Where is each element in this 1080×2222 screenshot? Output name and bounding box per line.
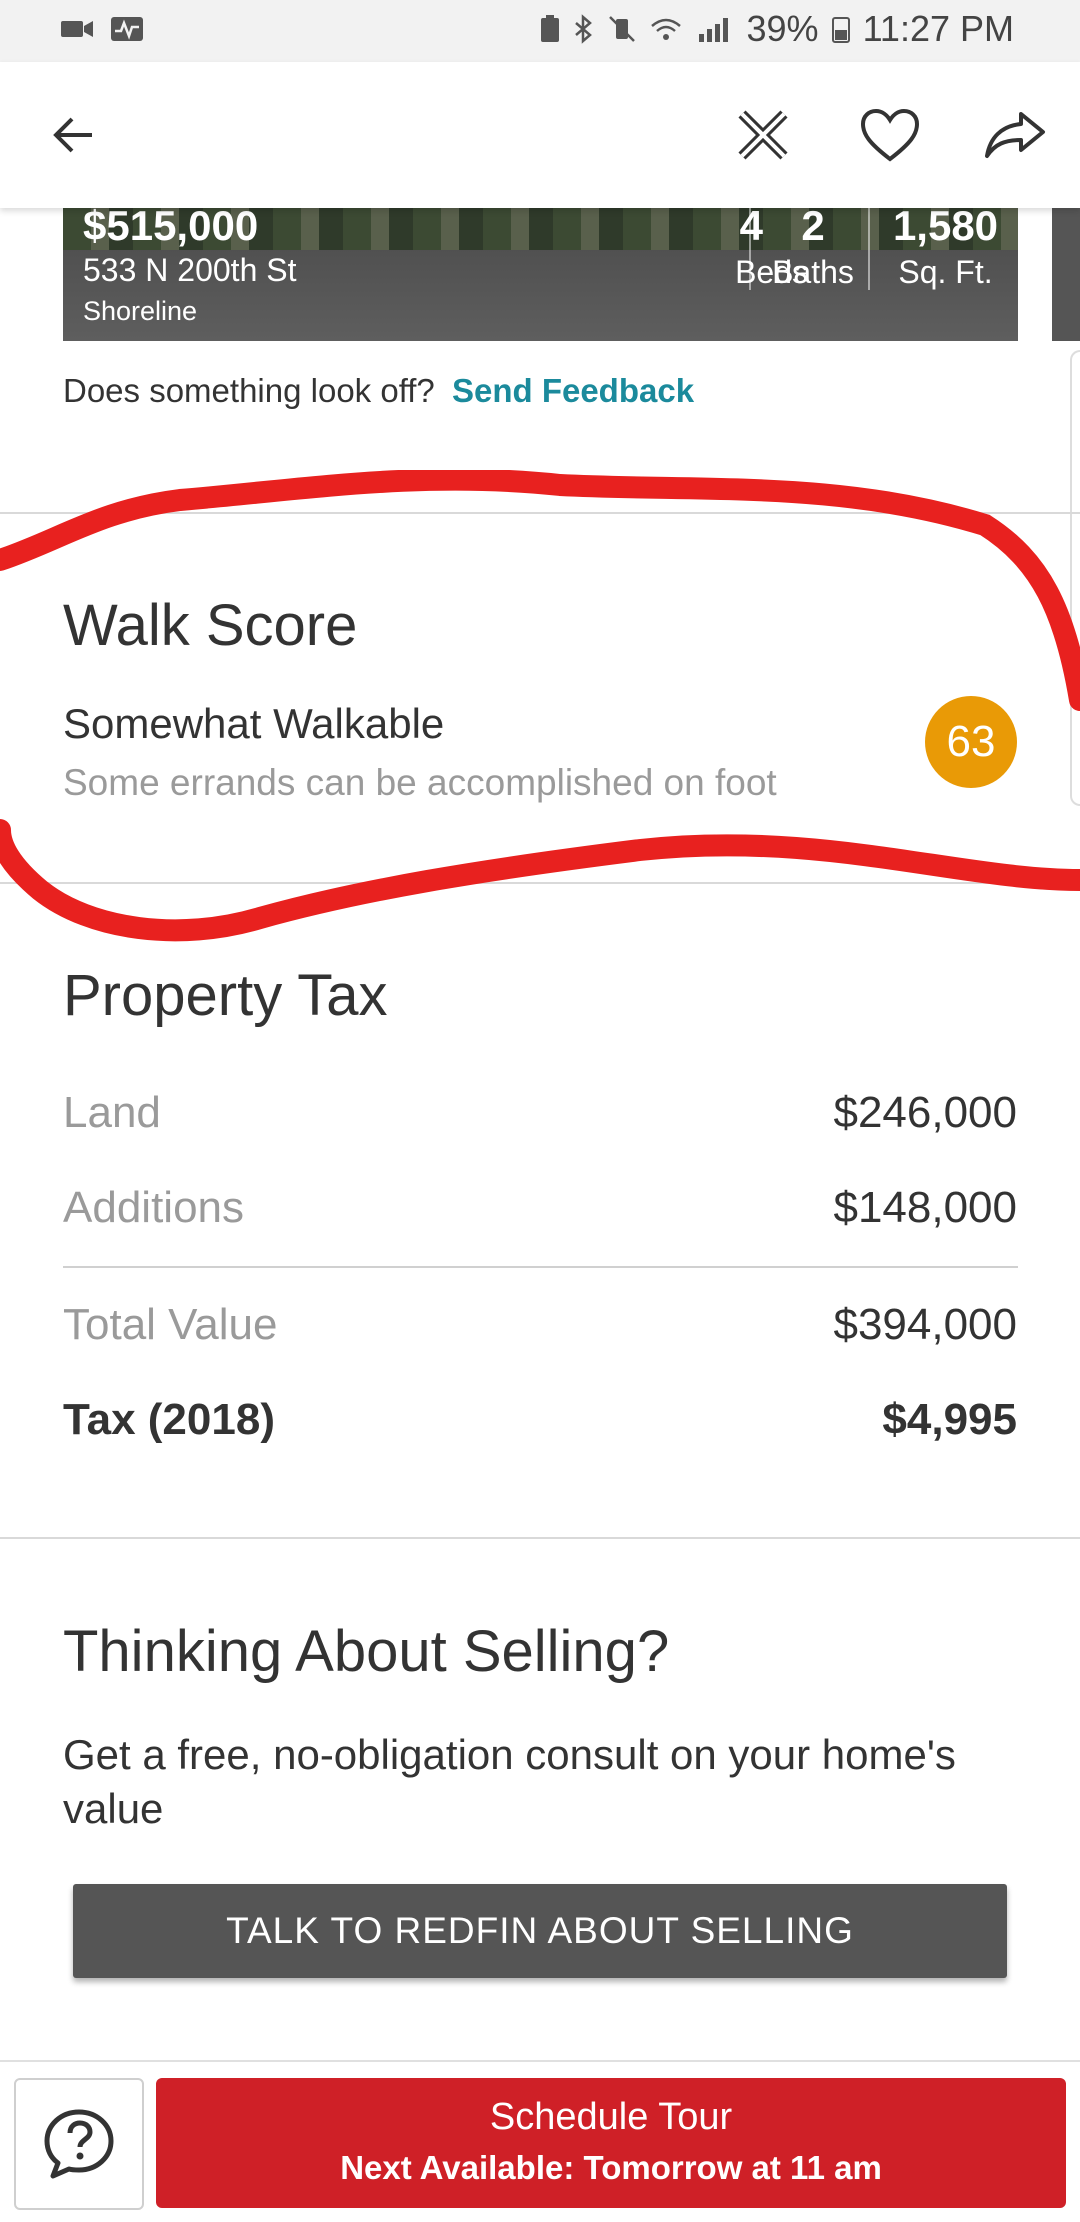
feedback-question: Does something look off? [63, 372, 435, 409]
listing-card[interactable]: $515,000 533 N 200th St Shoreline 4 Beds… [63, 208, 1018, 341]
walk-score-rating: Somewhat Walkable [63, 700, 445, 747]
selling-description: Get a free, no-obligation consult on you… [63, 1731, 956, 1832]
sqft-label: Sq. Ft. [898, 254, 993, 290]
back-arrow-icon [53, 117, 92, 153]
schedule-tour-subtitle: Next Available: Tomorrow at 11 am [340, 2149, 882, 2186]
share-button[interactable] [980, 100, 1050, 170]
talk-to-redfin-button[interactable]: TALK TO REDFIN ABOUT SELLING [73, 1884, 1007, 1978]
clock: 11:27 PM [862, 8, 1014, 49]
status-bar: 39% 11:27 PM [0, 0, 1080, 62]
battery-saver-icon [540, 15, 559, 42]
section-divider [0, 882, 1080, 884]
heart-icon [860, 108, 920, 162]
help-button[interactable] [14, 2078, 144, 2210]
next-listing-card[interactable] [1052, 208, 1080, 341]
tax-row-value: $246,000 [833, 1088, 1017, 1137]
not-interested-icon [738, 110, 788, 160]
baths-value: 2 [801, 208, 825, 249]
battery-percent: 39% [746, 8, 819, 49]
sqft-value: 1,580 [892, 208, 999, 249]
signal-icon [698, 18, 728, 42]
property-tax-title: Property Tax [63, 963, 388, 1028]
tax-row-value: $394,000 [833, 1300, 1017, 1349]
favorite-button[interactable] [855, 100, 925, 170]
listing-price: $515,000 [83, 208, 259, 249]
schedule-tour-button[interactable]: Schedule Tour Next Available: Tomorrow a… [156, 2078, 1066, 2208]
video-camera-icon [61, 21, 93, 37]
walk-score-badge[interactable]: 63 [925, 696, 1017, 788]
tax-row-label: Total Value [63, 1300, 278, 1349]
tax-row-label: Additions [63, 1183, 245, 1232]
side-panel-edge [1070, 350, 1080, 806]
baths-stat: 2 Baths [753, 208, 873, 291]
stat-divider [868, 208, 870, 290]
share-icon [985, 112, 1045, 158]
app-bar [0, 62, 1080, 208]
selling-title: Thinking About Selling? [63, 1619, 670, 1684]
wifi-icon [650, 18, 681, 40]
sqft-stat: 1,580 Sq. Ft. [873, 208, 1018, 291]
tax-row-value: $148,000 [833, 1183, 1017, 1232]
vibrate-mute-icon [608, 16, 635, 42]
bluetooth-icon [574, 14, 592, 44]
walk-score-title: Walk Score [63, 593, 358, 658]
bottom-action-bar: Schedule Tour Next Available: Tomorrow a… [0, 2060, 1080, 2222]
schedule-tour-title: Schedule Tour [489, 2096, 733, 2138]
stat-divider [749, 208, 751, 290]
help-chat-icon [44, 2109, 114, 2179]
tax-row-label: Tax (2018) [63, 1395, 275, 1444]
not-interested-button[interactable] [728, 100, 798, 170]
feedback-row: Does something look off? Send Feedback [63, 372, 694, 410]
listing-city: Shoreline [83, 296, 198, 326]
activity-icon [111, 17, 143, 41]
back-button[interactable] [38, 100, 108, 170]
battery-icon [831, 17, 850, 43]
tax-row-label: Land [63, 1088, 161, 1137]
section-divider [0, 1537, 1080, 1539]
tax-row-value: $4,995 [882, 1395, 1017, 1444]
baths-label: Baths [772, 254, 854, 290]
walk-score-description: Some errands can be accomplished on foot [63, 762, 777, 803]
tax-divider [63, 1266, 1018, 1268]
listing-address: 533 N 200th St [83, 252, 297, 288]
send-feedback-link[interactable]: Send Feedback [452, 372, 694, 409]
section-divider [0, 512, 1080, 514]
